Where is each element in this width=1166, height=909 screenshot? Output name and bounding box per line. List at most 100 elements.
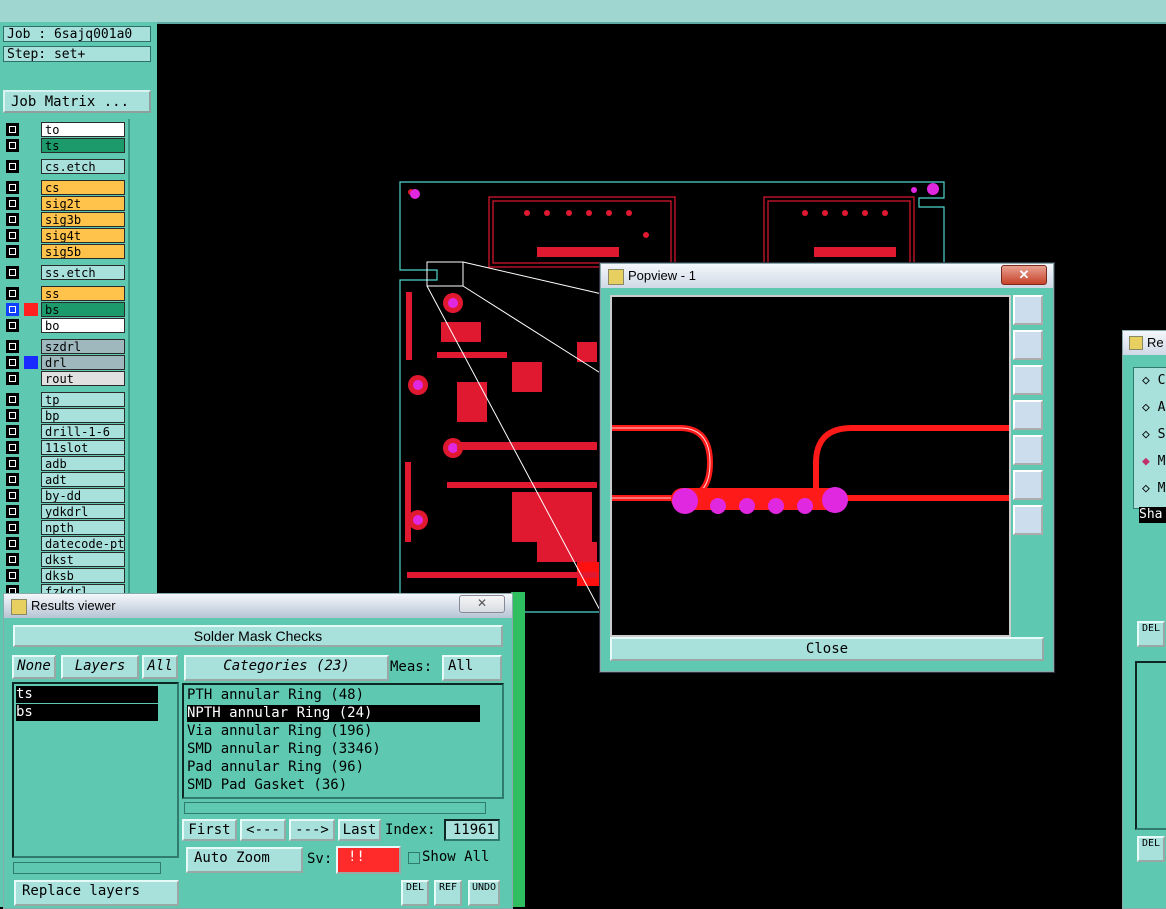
layer-row[interactable]: drill-1-6 — [4, 424, 126, 439]
layer-name[interactable]: sig4t — [41, 228, 125, 243]
layer-name[interactable]: bp — [41, 408, 125, 423]
first-button[interactable]: First — [182, 819, 237, 841]
categories-hscroll[interactable] — [184, 802, 486, 814]
popview-close-icon[interactable]: ✕ — [1001, 265, 1047, 285]
layer-checkbox[interactable] — [6, 409, 19, 422]
layer-checkbox[interactable] — [6, 181, 19, 194]
right-del-button[interactable]: DEL — [1137, 621, 1165, 647]
none-button[interactable]: None — [12, 655, 56, 679]
layer-checkbox[interactable] — [6, 197, 19, 210]
layer-checkbox[interactable] — [6, 266, 19, 279]
list-item[interactable]: PTH annular Ring (48) — [187, 687, 364, 704]
del-button[interactable]: DEL — [401, 880, 429, 906]
layer-name[interactable]: ts — [41, 138, 125, 153]
layer-name[interactable]: sig3b — [41, 212, 125, 227]
right-window-titlebar[interactable]: Re — [1123, 331, 1166, 355]
pan-up-icon[interactable] — [1013, 330, 1043, 360]
layer-row[interactable]: ss — [4, 286, 126, 301]
layer-row[interactable]: rout — [4, 371, 126, 386]
categories-button[interactable]: Categories (23) — [184, 655, 389, 681]
layer-row[interactable]: ss.etch — [4, 265, 126, 280]
layer-list-hscroll[interactable] — [13, 862, 161, 874]
layer-checkbox[interactable] — [6, 457, 19, 470]
layer-row[interactable]: dksb — [4, 568, 126, 583]
layer-checkbox[interactable] — [6, 489, 19, 502]
layer-row[interactable]: sig4t — [4, 228, 126, 243]
layer-row[interactable]: ts — [4, 138, 126, 153]
sv-dropdown[interactable]: !! — [336, 846, 401, 874]
ref-button[interactable]: REF — [434, 880, 462, 906]
list-item[interactable]: SMD Pad Gasket (36) — [187, 777, 347, 794]
layer-checkbox[interactable] — [6, 303, 19, 316]
layer-checkbox[interactable] — [6, 287, 19, 300]
auto-zoom-dropdown[interactable]: Auto Zoom — [186, 847, 303, 873]
results-titlebar[interactable]: Results viewer — [4, 594, 512, 618]
right-list[interactable] — [1135, 661, 1166, 830]
layer-row[interactable]: ydkdrl — [4, 504, 126, 519]
list-item[interactable]: Via annular Ring (196) — [187, 723, 372, 740]
pan-left-icon[interactable] — [1013, 400, 1043, 430]
layer-name[interactable]: tp — [41, 392, 125, 407]
list-item[interactable]: NPTH annular Ring (24) — [187, 705, 480, 722]
layer-checkbox[interactable] — [6, 372, 19, 385]
list-item[interactable]: Pad annular Ring (96) — [187, 759, 364, 776]
layer-row[interactable]: bo — [4, 318, 126, 333]
layer-name[interactable]: datecode-pto — [41, 536, 125, 551]
layer-row[interactable]: datecode-pto — [4, 536, 126, 551]
list-item[interactable]: bs — [16, 704, 158, 721]
layer-row[interactable]: cs — [4, 180, 126, 195]
index-input[interactable]: 11961 — [444, 819, 500, 841]
layer-checkbox[interactable] — [6, 340, 19, 353]
layer-name[interactable]: rout — [41, 371, 125, 386]
layer-name[interactable]: 11slot — [41, 440, 125, 455]
layer-name[interactable]: ydkdrl — [41, 504, 125, 519]
shape-field[interactable]: Sha — [1139, 507, 1166, 523]
layer-row[interactable]: adt — [4, 472, 126, 487]
all-button[interactable]: All — [142, 655, 178, 679]
layer-checkbox[interactable] — [6, 139, 19, 152]
popview-titlebar[interactable]: Popview - 1 — [601, 264, 1053, 288]
pan-right-icon[interactable] — [1013, 435, 1043, 465]
popview-close-button[interactable]: Close — [610, 637, 1044, 661]
option-radio[interactable]: ◇ C — [1142, 372, 1165, 389]
prev-button[interactable]: <--- — [240, 819, 286, 841]
layer-name[interactable]: sig5b — [41, 244, 125, 259]
categories-list[interactable]: PTH annular Ring (48) NPTH annular Ring … — [182, 683, 504, 799]
layer-checkbox[interactable] — [6, 441, 19, 454]
layer-name[interactable]: bs — [41, 302, 125, 317]
layer-checkbox[interactable] — [6, 473, 19, 486]
layer-checkbox[interactable] — [6, 356, 19, 369]
list-item[interactable]: SMD annular Ring (3346) — [187, 741, 381, 758]
layer-name[interactable]: dksb — [41, 568, 125, 583]
layer-name[interactable]: by-dd — [41, 488, 125, 503]
option-radio[interactable]: ◇ S — [1142, 426, 1165, 443]
layer-name[interactable]: szdrl — [41, 339, 125, 354]
right-del-button-2[interactable]: DEL — [1137, 836, 1165, 862]
popview-canvas[interactable] — [610, 295, 1011, 637]
meas-dropdown[interactable]: All — [442, 655, 502, 681]
layer-row[interactable]: tp — [4, 392, 126, 407]
layer-name[interactable]: adb — [41, 456, 125, 471]
replace-layers-dropdown[interactable]: Replace layers — [14, 880, 179, 906]
layer-name[interactable]: ss — [41, 286, 125, 301]
layer-checkbox[interactable] — [6, 569, 19, 582]
layer-name[interactable]: npth — [41, 520, 125, 535]
layer-row[interactable]: adb — [4, 456, 126, 471]
show-all-checkbox[interactable] — [408, 852, 420, 864]
layer-list-scrollbar[interactable] — [128, 119, 155, 614]
layer-row[interactable]: 11slot — [4, 440, 126, 455]
layer-row[interactable]: bp — [4, 408, 126, 423]
layer-name[interactable]: bo — [41, 318, 125, 333]
layer-name[interactable]: ss.etch — [41, 265, 125, 280]
layer-name[interactable]: dkst — [41, 552, 125, 567]
layer-checkbox[interactable] — [6, 537, 19, 550]
layer-checkbox[interactable] — [6, 393, 19, 406]
layer-row[interactable]: by-dd — [4, 488, 126, 503]
layer-checkbox[interactable] — [6, 123, 19, 136]
layer-row[interactable]: sig5b — [4, 244, 126, 259]
layer-checkbox[interactable] — [6, 521, 19, 534]
layers-button[interactable]: Layers — [61, 655, 139, 679]
layer-row[interactable]: bs — [4, 302, 126, 317]
layer-checkbox[interactable] — [6, 245, 19, 258]
layer-name[interactable]: adt — [41, 472, 125, 487]
